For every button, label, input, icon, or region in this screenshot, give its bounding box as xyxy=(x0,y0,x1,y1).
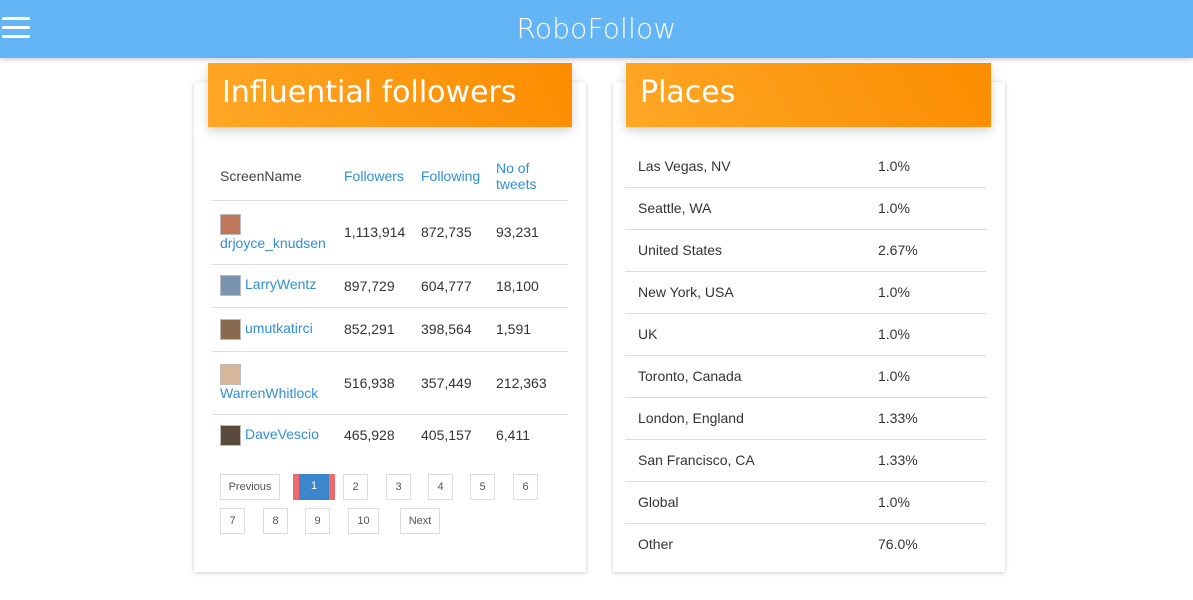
table-row: LarryWentz 897,729 604,777 18,100 xyxy=(212,264,568,308)
page-button-7[interactable]: 7 xyxy=(220,508,245,534)
place-percent: 2.67% xyxy=(878,229,986,272)
table-row: WarrenWhitlock 516,938 357,449 212,363 xyxy=(212,351,568,415)
user-link[interactable]: drjoyce_knudsen xyxy=(220,235,326,251)
page-button-6[interactable]: 6 xyxy=(513,474,538,500)
table-row: DaveVescio 465,928 405,157 6,411 xyxy=(212,414,568,456)
followers-cell: 465,928 xyxy=(344,427,395,444)
place-name: Other xyxy=(638,536,674,553)
place-name: Global xyxy=(625,481,878,524)
column-screenname: ScreenName xyxy=(212,152,344,201)
place-percent: 1.33% xyxy=(878,397,986,440)
page-button-8[interactable]: 8 xyxy=(263,508,288,534)
app-title: RoboFollow xyxy=(516,12,677,45)
place-percent: 1.33% xyxy=(878,439,986,482)
table-row: umutkatirci 852,291 398,564 1,591 xyxy=(212,307,568,352)
influential-followers-card: Influential followers ScreenName Followe… xyxy=(194,63,586,572)
page-button-10[interactable]: 10 xyxy=(348,508,379,534)
list-item: London, England 1.33% xyxy=(625,397,986,440)
places-card: Places Las Vegas, NV 1.0% Seattle, WA 1.0%… xyxy=(613,63,1005,572)
place-name: New York, USA xyxy=(625,271,878,314)
avatar[interactable] xyxy=(220,213,241,235)
place-percent: 1.0% xyxy=(878,145,986,188)
top-app-bar: RoboFollow xyxy=(0,0,1193,58)
influential-followers-title: Influential followers xyxy=(208,63,572,127)
screenname-cell: LarryWentz xyxy=(212,264,344,308)
followers-cell: 516,938 xyxy=(344,351,421,415)
screenname-cell: WarrenWhitlock xyxy=(212,351,344,415)
page-button-9[interactable]: 9 xyxy=(305,508,330,534)
table-row: drjoyce_knudsen 1,113,914 872,735 93,231 xyxy=(212,200,568,265)
user-link[interactable]: umutkatirci xyxy=(245,320,313,336)
place-name: Toronto, Canada xyxy=(625,355,878,398)
list-item: New York, USA 1.0% xyxy=(625,271,986,314)
following-cell: 872,735 xyxy=(421,200,496,265)
list-item: United States 2.67% xyxy=(625,229,986,272)
followers-table: ScreenName Followers Following No of twe… xyxy=(212,152,568,456)
place-name: London, England xyxy=(625,397,878,440)
place-name: UK xyxy=(625,313,878,356)
column-followers[interactable]: Followers xyxy=(344,152,421,201)
previous-page-button[interactable]: Previous xyxy=(220,474,280,500)
place-percent: 1.0% xyxy=(878,355,986,398)
following-cell: 604,777 xyxy=(421,264,496,308)
place-percent: 76.0% xyxy=(878,536,918,553)
place-name: San Francisco, CA xyxy=(625,439,878,482)
column-tweets[interactable]: No of tweets xyxy=(496,152,568,201)
list-item: Global 1.0% xyxy=(625,481,986,524)
column-following[interactable]: Following xyxy=(421,152,496,201)
avatar[interactable] xyxy=(220,275,241,296)
avatar[interactable] xyxy=(220,364,241,385)
user-link[interactable]: WarrenWhitlock xyxy=(220,385,318,401)
place-name: Seattle, WA xyxy=(625,187,878,230)
avatar[interactable] xyxy=(220,424,241,446)
tweets-cell: 18,100 xyxy=(496,264,568,308)
page-button-4[interactable]: 4 xyxy=(428,474,453,500)
followers-cell: 897,729 xyxy=(344,264,421,308)
list-item: UK 1.0% xyxy=(625,313,986,356)
user-link[interactable]: DaveVescio xyxy=(245,426,319,442)
following-cell: 357,449 xyxy=(421,351,496,415)
followers-table-header: ScreenName Followers Following No of twe… xyxy=(212,152,568,201)
following-cell: 398,564 xyxy=(421,307,496,352)
place-name: Las Vegas, NV xyxy=(625,145,878,188)
screenname-cell: DaveVescio xyxy=(212,414,344,456)
tweets-cell: 6,411 xyxy=(496,427,530,444)
list-item: Toronto, Canada 1.0% xyxy=(625,355,986,398)
place-percent: 1.0% xyxy=(878,481,986,524)
list-item: Other 76.0% xyxy=(625,523,986,565)
list-item: Las Vegas, NV 1.0% xyxy=(625,145,986,188)
place-percent: 1.0% xyxy=(878,187,986,230)
page-button-1[interactable]: 1 xyxy=(293,474,335,500)
list-item: Seattle, WA 1.0% xyxy=(625,187,986,230)
followers-cell: 852,291 xyxy=(344,307,421,352)
page-button-2[interactable]: 2 xyxy=(343,474,368,500)
screenname-cell: drjoyce_knudsen xyxy=(212,200,344,265)
tweets-cell: 93,231 xyxy=(496,200,568,265)
places-table: Las Vegas, NV 1.0% Seattle, WA 1.0% United… xyxy=(625,145,986,565)
places-title: Places xyxy=(626,63,991,127)
page-button-3[interactable]: 3 xyxy=(386,474,411,500)
user-link[interactable]: LarryWentz xyxy=(245,276,316,292)
place-name: United States xyxy=(625,229,878,272)
tweets-cell: 1,591 xyxy=(496,307,568,352)
screenname-cell: umutkatirci xyxy=(212,307,344,352)
following-cell: 405,157 xyxy=(421,427,472,444)
page-button-5[interactable]: 5 xyxy=(470,474,495,500)
tweets-cell: 212,363 xyxy=(496,351,568,415)
avatar[interactable] xyxy=(220,318,241,340)
next-page-button[interactable]: Next xyxy=(400,508,440,534)
place-percent: 1.0% xyxy=(878,271,986,314)
list-item: San Francisco, CA 1.33% xyxy=(625,439,986,482)
place-percent: 1.0% xyxy=(878,313,986,356)
followers-cell: 1,113,914 xyxy=(344,200,421,265)
